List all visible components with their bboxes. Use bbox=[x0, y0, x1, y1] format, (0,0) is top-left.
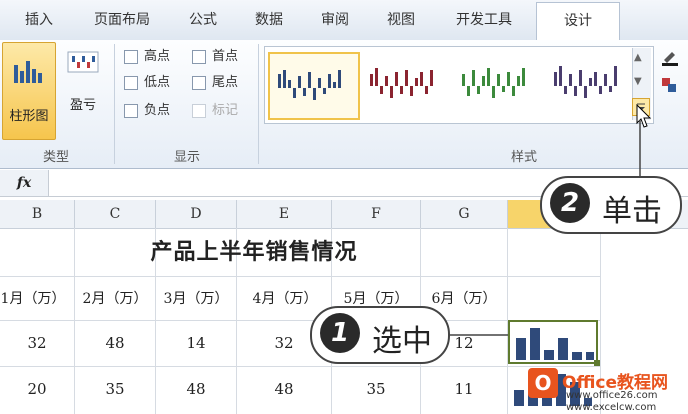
tab-developer[interactable]: 开发工具 bbox=[436, 0, 532, 40]
formula-input[interactable] bbox=[50, 172, 610, 194]
column-header-b[interactable]: B bbox=[0, 200, 75, 228]
last-point-label: 尾点 bbox=[212, 75, 239, 90]
callout-select: 1 选中 bbox=[310, 306, 450, 364]
table-cell[interactable]: 48 bbox=[237, 380, 331, 398]
table-cell[interactable]: 48 bbox=[156, 380, 236, 398]
high-point-label: 高点 bbox=[144, 49, 171, 64]
grid-line bbox=[0, 276, 600, 277]
sparkline-style-icon bbox=[278, 70, 341, 100]
tab-formulas[interactable]: 公式 bbox=[172, 0, 234, 40]
sparkline-style-icon bbox=[554, 66, 617, 98]
tab-page-layout[interactable]: 页面布局 bbox=[76, 0, 168, 40]
header-cell[interactable]: 6月（万） bbox=[420, 288, 508, 308]
callout-select-text: 选中 bbox=[372, 324, 432, 359]
winloss-sparkline-button[interactable]: 盈亏 bbox=[60, 48, 106, 128]
style-option-1[interactable] bbox=[268, 52, 360, 120]
grid-line bbox=[0, 366, 600, 367]
negative-point-checkbox[interactable]: 负点 bbox=[124, 102, 170, 120]
checkbox-box bbox=[192, 75, 206, 90]
sparkline-style-icon bbox=[370, 68, 433, 98]
step-badge-2: 2 bbox=[550, 183, 590, 223]
step-badge-1: 1 bbox=[320, 313, 360, 353]
checkbox-box bbox=[124, 49, 138, 64]
sparkline-style-icon bbox=[462, 68, 525, 98]
style-option-4[interactable] bbox=[546, 52, 634, 116]
table-cell[interactable]: 11 bbox=[421, 380, 507, 398]
checkbox-box bbox=[192, 103, 206, 118]
column-chart-icon bbox=[14, 61, 42, 83]
header-cell[interactable]: 2月（万） bbox=[74, 288, 156, 308]
winloss-button-label: 盈亏 bbox=[69, 98, 96, 113]
group-separator bbox=[258, 44, 259, 164]
callout-click-text: 单击 bbox=[602, 194, 662, 229]
column-header-g[interactable]: G bbox=[421, 200, 508, 228]
group-label-show: 显示 bbox=[173, 150, 200, 165]
first-point-checkbox[interactable]: 首点 bbox=[192, 48, 238, 66]
column-header-d[interactable]: D bbox=[156, 200, 237, 228]
table-cell[interactable]: 35 bbox=[75, 380, 155, 398]
checkbox-box bbox=[124, 75, 138, 90]
checkbox-box bbox=[192, 49, 206, 64]
last-point-checkbox[interactable]: 尾点 bbox=[192, 74, 238, 92]
table-cell[interactable]: 35 bbox=[332, 380, 420, 398]
negative-point-label: 负点 bbox=[144, 103, 171, 118]
scroll-down-icon[interactable]: ▼ bbox=[634, 76, 642, 87]
callout-click: 2 单击 bbox=[540, 176, 682, 234]
sparkline-column-chart bbox=[516, 328, 594, 360]
style-option-3[interactable] bbox=[454, 52, 542, 116]
group-label-type: 类型 bbox=[42, 150, 69, 165]
style-option-2[interactable] bbox=[362, 52, 450, 116]
marker-color-icon[interactable] bbox=[660, 76, 680, 94]
winloss-chart-icon bbox=[67, 51, 99, 73]
tab-design[interactable]: 设计 bbox=[536, 2, 620, 44]
watermark-url-2: www.excelcw.com bbox=[566, 402, 657, 413]
low-point-label: 低点 bbox=[144, 75, 171, 90]
table-cell[interactable]: 20 bbox=[0, 380, 74, 398]
tab-view[interactable]: 视图 bbox=[370, 0, 432, 40]
first-point-label: 首点 bbox=[212, 49, 239, 64]
sheet-title[interactable]: 产品上半年销售情况 bbox=[0, 234, 508, 266]
high-point-checkbox[interactable]: 高点 bbox=[124, 48, 170, 66]
function-icon[interactable]: fx bbox=[0, 170, 49, 196]
office-logo-icon: O bbox=[528, 368, 558, 398]
selected-sparkline-cell[interactable] bbox=[508, 320, 598, 364]
low-point-checkbox[interactable]: 低点 bbox=[124, 74, 170, 92]
header-cell[interactable]: 4月（万） bbox=[238, 288, 332, 308]
markers-checkbox: 标记 bbox=[192, 102, 238, 120]
column-header-e[interactable]: E bbox=[237, 200, 332, 228]
table-cell[interactable]: 32 bbox=[0, 334, 74, 352]
table-cell[interactable]: 48 bbox=[75, 334, 155, 352]
callout-leader-line bbox=[444, 334, 508, 336]
column-header-f[interactable]: F bbox=[332, 200, 421, 228]
column-button-label: 柱形图 bbox=[9, 109, 49, 124]
header-cell[interactable]: 1月（万） bbox=[0, 288, 74, 308]
fill-handle[interactable] bbox=[594, 360, 600, 366]
table-cell[interactable]: 14 bbox=[156, 334, 236, 352]
callout-leader-line bbox=[639, 120, 641, 176]
header-cell[interactable]: 5月（万） bbox=[332, 288, 420, 308]
column-header-c[interactable]: C bbox=[75, 200, 156, 228]
markers-label: 标记 bbox=[212, 103, 239, 118]
header-cell[interactable]: 3月（万） bbox=[155, 288, 237, 308]
tab-data[interactable]: 数据 bbox=[238, 0, 300, 40]
checkbox-box bbox=[124, 103, 138, 118]
watermark-url: www.office26.com bbox=[566, 390, 658, 401]
column-sparkline-button[interactable]: 柱形图 bbox=[2, 42, 56, 140]
scroll-up-icon[interactable]: ▲ bbox=[634, 52, 642, 63]
sparkline-color-icon[interactable] bbox=[660, 48, 680, 66]
tab-review[interactable]: 审阅 bbox=[304, 0, 366, 40]
group-separator bbox=[114, 44, 115, 164]
tab-insert[interactable]: 插入 bbox=[6, 0, 72, 40]
